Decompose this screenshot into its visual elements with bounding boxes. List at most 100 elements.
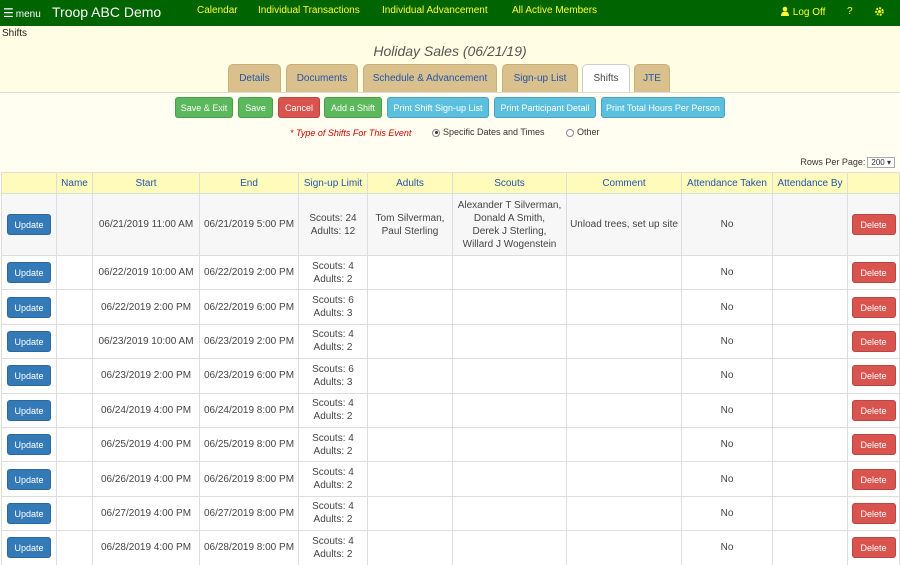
signup-limit: Scouts: 4 Adults: 2: [299, 397, 367, 423]
nav-all-active-members[interactable]: All Active Members: [512, 5, 597, 16]
update-button[interactable]: Update: [7, 468, 51, 490]
adults-cell: [367, 323, 453, 360]
delete-cell: Delete: [847, 495, 900, 532]
scouts-cell: [452, 323, 567, 360]
signup-limit-cell: Scouts: 4 Adults: 2: [298, 392, 368, 428]
print-participant-detail-button[interactable]: Print Participant Detail: [494, 97, 596, 118]
logoff-link[interactable]: Log Off: [780, 6, 825, 18]
signup-limit: Scouts: 4 Adults: 2: [299, 466, 367, 492]
tab-shifts[interactable]: Shifts: [582, 64, 630, 92]
update-button[interactable]: Update: [7, 365, 51, 387]
start-cell: 06/24/2019 4:00 PM: [92, 392, 200, 428]
attendance-by-cell: [772, 392, 848, 428]
scouts-cell: [452, 358, 567, 394]
print-shift-signup-button[interactable]: Print Shift Sign-up List: [387, 97, 489, 118]
signup-limit-line: Scouts: 4: [312, 398, 354, 410]
nav-individual-transactions[interactable]: Individual Transactions: [258, 5, 360, 16]
update-button[interactable]: Update: [7, 434, 51, 456]
delete-button[interactable]: Delete: [851, 468, 896, 490]
delete-button[interactable]: Delete: [851, 399, 896, 421]
signup-limit-line: Adults: 2: [313, 411, 353, 423]
adults-list-line: Paul Sterling: [381, 225, 439, 237]
radio-selected-icon[interactable]: [432, 128, 440, 137]
adults-cell: Tom Silverman, Paul Sterling: [367, 193, 453, 256]
header-attendance-by[interactable]: Attendance By: [772, 172, 848, 194]
signup-limit: Scouts: 4 Adults: 2: [299, 328, 367, 354]
scouts-cell: [452, 461, 567, 497]
adults-cell: [367, 530, 453, 565]
tab-signup-list[interactable]: Sign-up List: [502, 64, 578, 92]
tab-documents[interactable]: Documents: [286, 64, 358, 92]
header-end[interactable]: End: [199, 172, 299, 194]
signup-limit-cell: Scouts: 4 Adults: 2: [298, 461, 368, 497]
delete-button[interactable]: Delete: [851, 262, 896, 284]
help-link[interactable]: ?: [847, 6, 853, 17]
cancel-button[interactable]: Cancel: [278, 97, 320, 118]
signup-limit-cell: Scouts: 4 Adults: 2: [298, 426, 368, 463]
tab-details[interactable]: Details: [228, 64, 281, 92]
print-total-hours-button[interactable]: Print Total Hours Per Person: [601, 97, 725, 118]
header-signup-limit[interactable]: Sign-up Limit: [298, 172, 368, 194]
adults-list: Tom Silverman, Paul Sterling: [368, 212, 452, 238]
attendance-taken-cell: No: [681, 530, 773, 565]
update-button[interactable]: Update: [7, 399, 51, 421]
rows-per-page-select[interactable]: 200 ▾: [867, 157, 895, 168]
header-attendance-taken[interactable]: Attendance Taken: [681, 172, 773, 194]
tab-jte[interactable]: JTE: [634, 64, 670, 92]
header-comment[interactable]: Comment: [566, 172, 682, 194]
delete-button[interactable]: Delete: [851, 502, 896, 524]
scouts-list-line: Alexander T Silverman,: [457, 199, 562, 211]
signup-limit-line: Adults: 3: [313, 376, 353, 388]
end-cell: 06/23/2019 6:00 PM: [199, 358, 299, 394]
nav-individual-advancement[interactable]: Individual Advancement: [382, 5, 488, 16]
delete-button[interactable]: Delete: [851, 296, 896, 318]
signup-limit-line: Scouts: 4: [312, 432, 354, 444]
rows-per-page-value: 200: [871, 158, 885, 167]
header-start[interactable]: Start: [92, 172, 200, 194]
option-other-label: Other: [577, 127, 600, 137]
header-adults[interactable]: Adults: [367, 172, 453, 194]
table-row: Update 06/21/2019 11:00 AM 06/21/2019 5:00…: [1, 193, 900, 256]
start-cell: 06/28/2019 4:00 PM: [92, 530, 200, 565]
header-scouts[interactable]: Scouts: [452, 172, 567, 194]
signup-limit-line: Scouts: 4: [312, 260, 354, 272]
option-other[interactable]: Other: [566, 127, 600, 137]
tab-schedule-advancement[interactable]: Schedule & Advancement: [363, 64, 497, 92]
table-row: Update 06/23/2019 2:00 PM 06/23/2019 6:00 …: [1, 358, 900, 394]
comment-cell: Unload trees, set up site: [566, 193, 682, 256]
save-button[interactable]: Save: [238, 97, 273, 118]
update-button[interactable]: Update: [7, 502, 51, 524]
delete-button[interactable]: Delete: [851, 330, 896, 352]
update-button[interactable]: Update: [7, 296, 51, 318]
end-cell: 06/27/2019 8:00 PM: [199, 495, 299, 532]
signup-limit-cell: Scouts: 6 Adults: 3: [298, 289, 368, 325]
delete-button[interactable]: Delete: [851, 365, 896, 387]
delete-button[interactable]: Delete: [851, 214, 896, 235]
update-button[interactable]: Update: [7, 537, 51, 559]
attendance-taken-cell: No: [681, 392, 773, 428]
attendance-by-cell: [772, 461, 848, 497]
delete-button[interactable]: Delete: [851, 434, 896, 456]
scouts-list-line: Willard J Wogenstein: [462, 238, 557, 250]
event-title: Holiday Sales (06/21/19): [373, 43, 527, 59]
signup-limit: Scouts: 6 Adults: 3: [299, 363, 367, 389]
scouts-cell: [452, 530, 567, 565]
nav-calendar[interactable]: Calendar: [197, 5, 238, 16]
settings-link[interactable]: [874, 6, 885, 20]
option-specific-dates[interactable]: Specific Dates and Times: [432, 127, 545, 137]
update-button[interactable]: Update: [7, 330, 51, 352]
troop-title[interactable]: Troop ABC Demo: [52, 4, 161, 20]
menu-button[interactable]: ☰ menu: [3, 6, 41, 20]
save-exit-button[interactable]: Save & Exit: [175, 97, 233, 118]
radio-unselected-icon[interactable]: [566, 128, 574, 137]
delete-button[interactable]: Delete: [851, 537, 896, 559]
attendance-by-cell: [772, 289, 848, 325]
add-shift-button[interactable]: Add a Shift: [324, 97, 382, 118]
name-cell: [56, 392, 93, 428]
signup-limit-line: Adults: 2: [313, 342, 353, 354]
signup-limit: Scouts: 4 Adults: 2: [299, 500, 367, 526]
header-name[interactable]: Name: [56, 172, 93, 194]
table-row: Update 06/23/2019 10:00 AM 06/23/2019 2:00…: [1, 323, 900, 360]
update-button[interactable]: Update: [7, 214, 51, 235]
update-button[interactable]: Update: [7, 262, 51, 284]
